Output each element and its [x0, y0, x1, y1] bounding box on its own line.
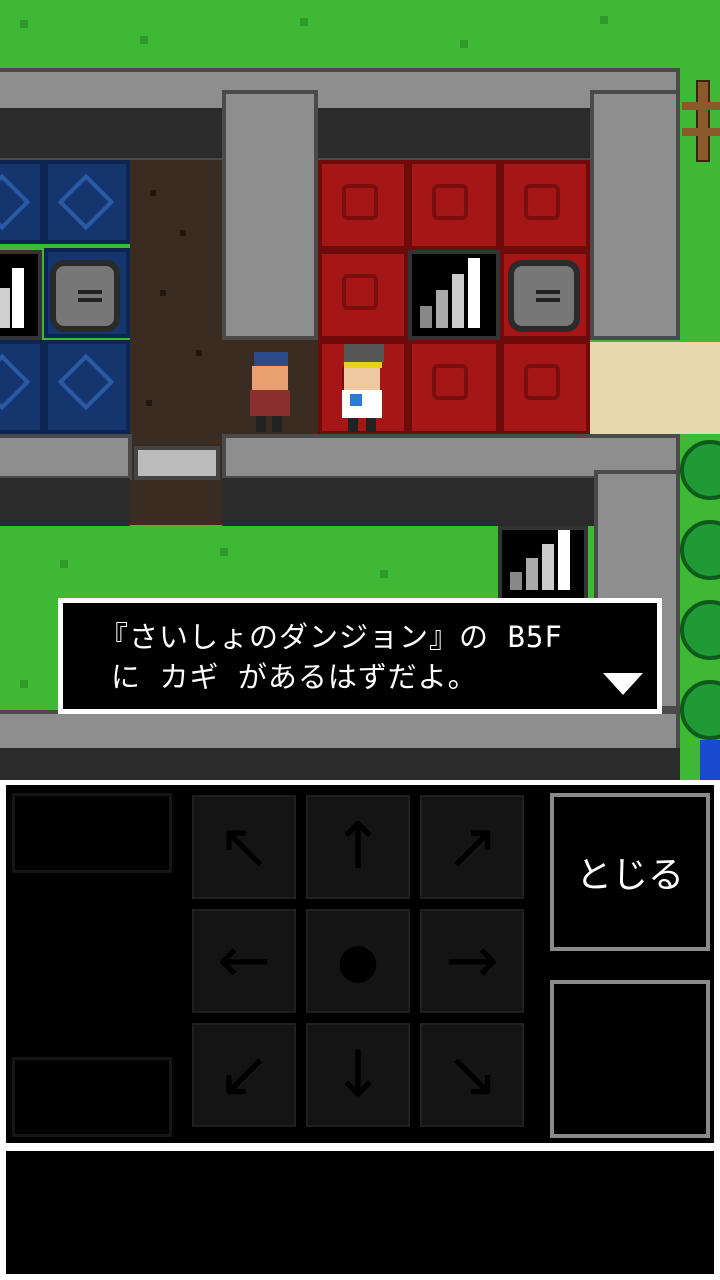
- wall-shadow: [0, 748, 680, 780]
- stairs-icon[interactable]: [0, 250, 42, 340]
- red-floor-tile: [500, 340, 590, 435]
- stairs-icon[interactable]: [408, 250, 500, 340]
- dpad-left-button[interactable]: ←: [192, 909, 296, 1013]
- dpad-center-button[interactable]: ●: [306, 909, 410, 1013]
- dpad-up-left-button[interactable]: ↖: [192, 795, 296, 899]
- red-floor-tile: [408, 340, 500, 435]
- blue-floor-tile: [44, 340, 130, 434]
- arrow-down-right-icon: ↘: [445, 1038, 499, 1112]
- stone-wall: [590, 90, 680, 340]
- arrow-down-left-icon: ↙: [217, 1038, 271, 1112]
- red-floor-tile: [500, 160, 590, 250]
- dot-icon: ●: [337, 933, 379, 989]
- dialog-line-2: に カギ があるはずだよ。: [111, 660, 478, 694]
- blue-floor-tile: [0, 340, 44, 434]
- fence-icon: [682, 80, 720, 162]
- dpad-up-right-button[interactable]: ↗: [420, 795, 524, 899]
- red-floor-tile: [318, 250, 408, 340]
- bottom-banner-area: [6, 1151, 714, 1274]
- left-top-slot[interactable]: [12, 793, 172, 873]
- stone-sign-icon[interactable]: [508, 260, 580, 332]
- arrow-up-right-icon: ↗: [445, 810, 499, 884]
- dirt-path: [130, 480, 222, 525]
- sand-path: [590, 342, 720, 434]
- dpad-up-button[interactable]: ↑: [306, 795, 410, 899]
- arrow-left-icon: ←: [217, 924, 271, 998]
- action-button[interactable]: [550, 980, 710, 1138]
- dpad-down-right-button[interactable]: ↘: [420, 1023, 524, 1127]
- left-bottom-slot[interactable]: [12, 1057, 172, 1137]
- dpad-down-button[interactable]: ↓: [306, 1023, 410, 1127]
- dpad-right-button[interactable]: →: [420, 909, 524, 1013]
- blue-floor-tile: [0, 160, 44, 244]
- wall-shadow: [0, 478, 130, 526]
- close-button[interactable]: とじる: [550, 793, 710, 951]
- hero-player-icon[interactable]: [336, 344, 388, 434]
- controller-panel: ↖ ↑ ↗ ← ● → ↙ ↓ ↘ とじる: [6, 785, 714, 1143]
- wall-shadow: [222, 478, 594, 526]
- dialog-line-1: 『さいしょのダンジョン』の B5F: [99, 620, 563, 654]
- stone-wall: [222, 90, 318, 340]
- next-page-arrow-icon[interactable]: [603, 673, 643, 695]
- stone-wall: [0, 434, 132, 480]
- red-floor-tile: [318, 160, 408, 250]
- red-floor-tile: [408, 160, 500, 250]
- npc-villager-icon[interactable]: [244, 352, 294, 434]
- stairs-icon[interactable]: [498, 526, 588, 602]
- wall-shadow: [0, 108, 222, 158]
- arrow-down-icon: ↓: [331, 1038, 385, 1112]
- message-dialog[interactable]: 『さいしょのダンジョン』の B5F に カギ があるはずだよ。: [58, 598, 662, 714]
- stone-sign-icon[interactable]: [50, 260, 120, 332]
- game-map[interactable]: 『さいしょのダンジョン』の B5F に カギ があるはずだよ。: [0, 0, 720, 780]
- arrow-right-icon: →: [445, 924, 499, 998]
- door-gate-icon[interactable]: [134, 446, 220, 480]
- arrow-up-left-icon: ↖: [217, 810, 271, 884]
- arrow-up-icon: ↑: [331, 810, 385, 884]
- blue-floor-tile: [44, 160, 130, 244]
- wall-shadow: [318, 108, 592, 158]
- dpad-down-left-button[interactable]: ↙: [192, 1023, 296, 1127]
